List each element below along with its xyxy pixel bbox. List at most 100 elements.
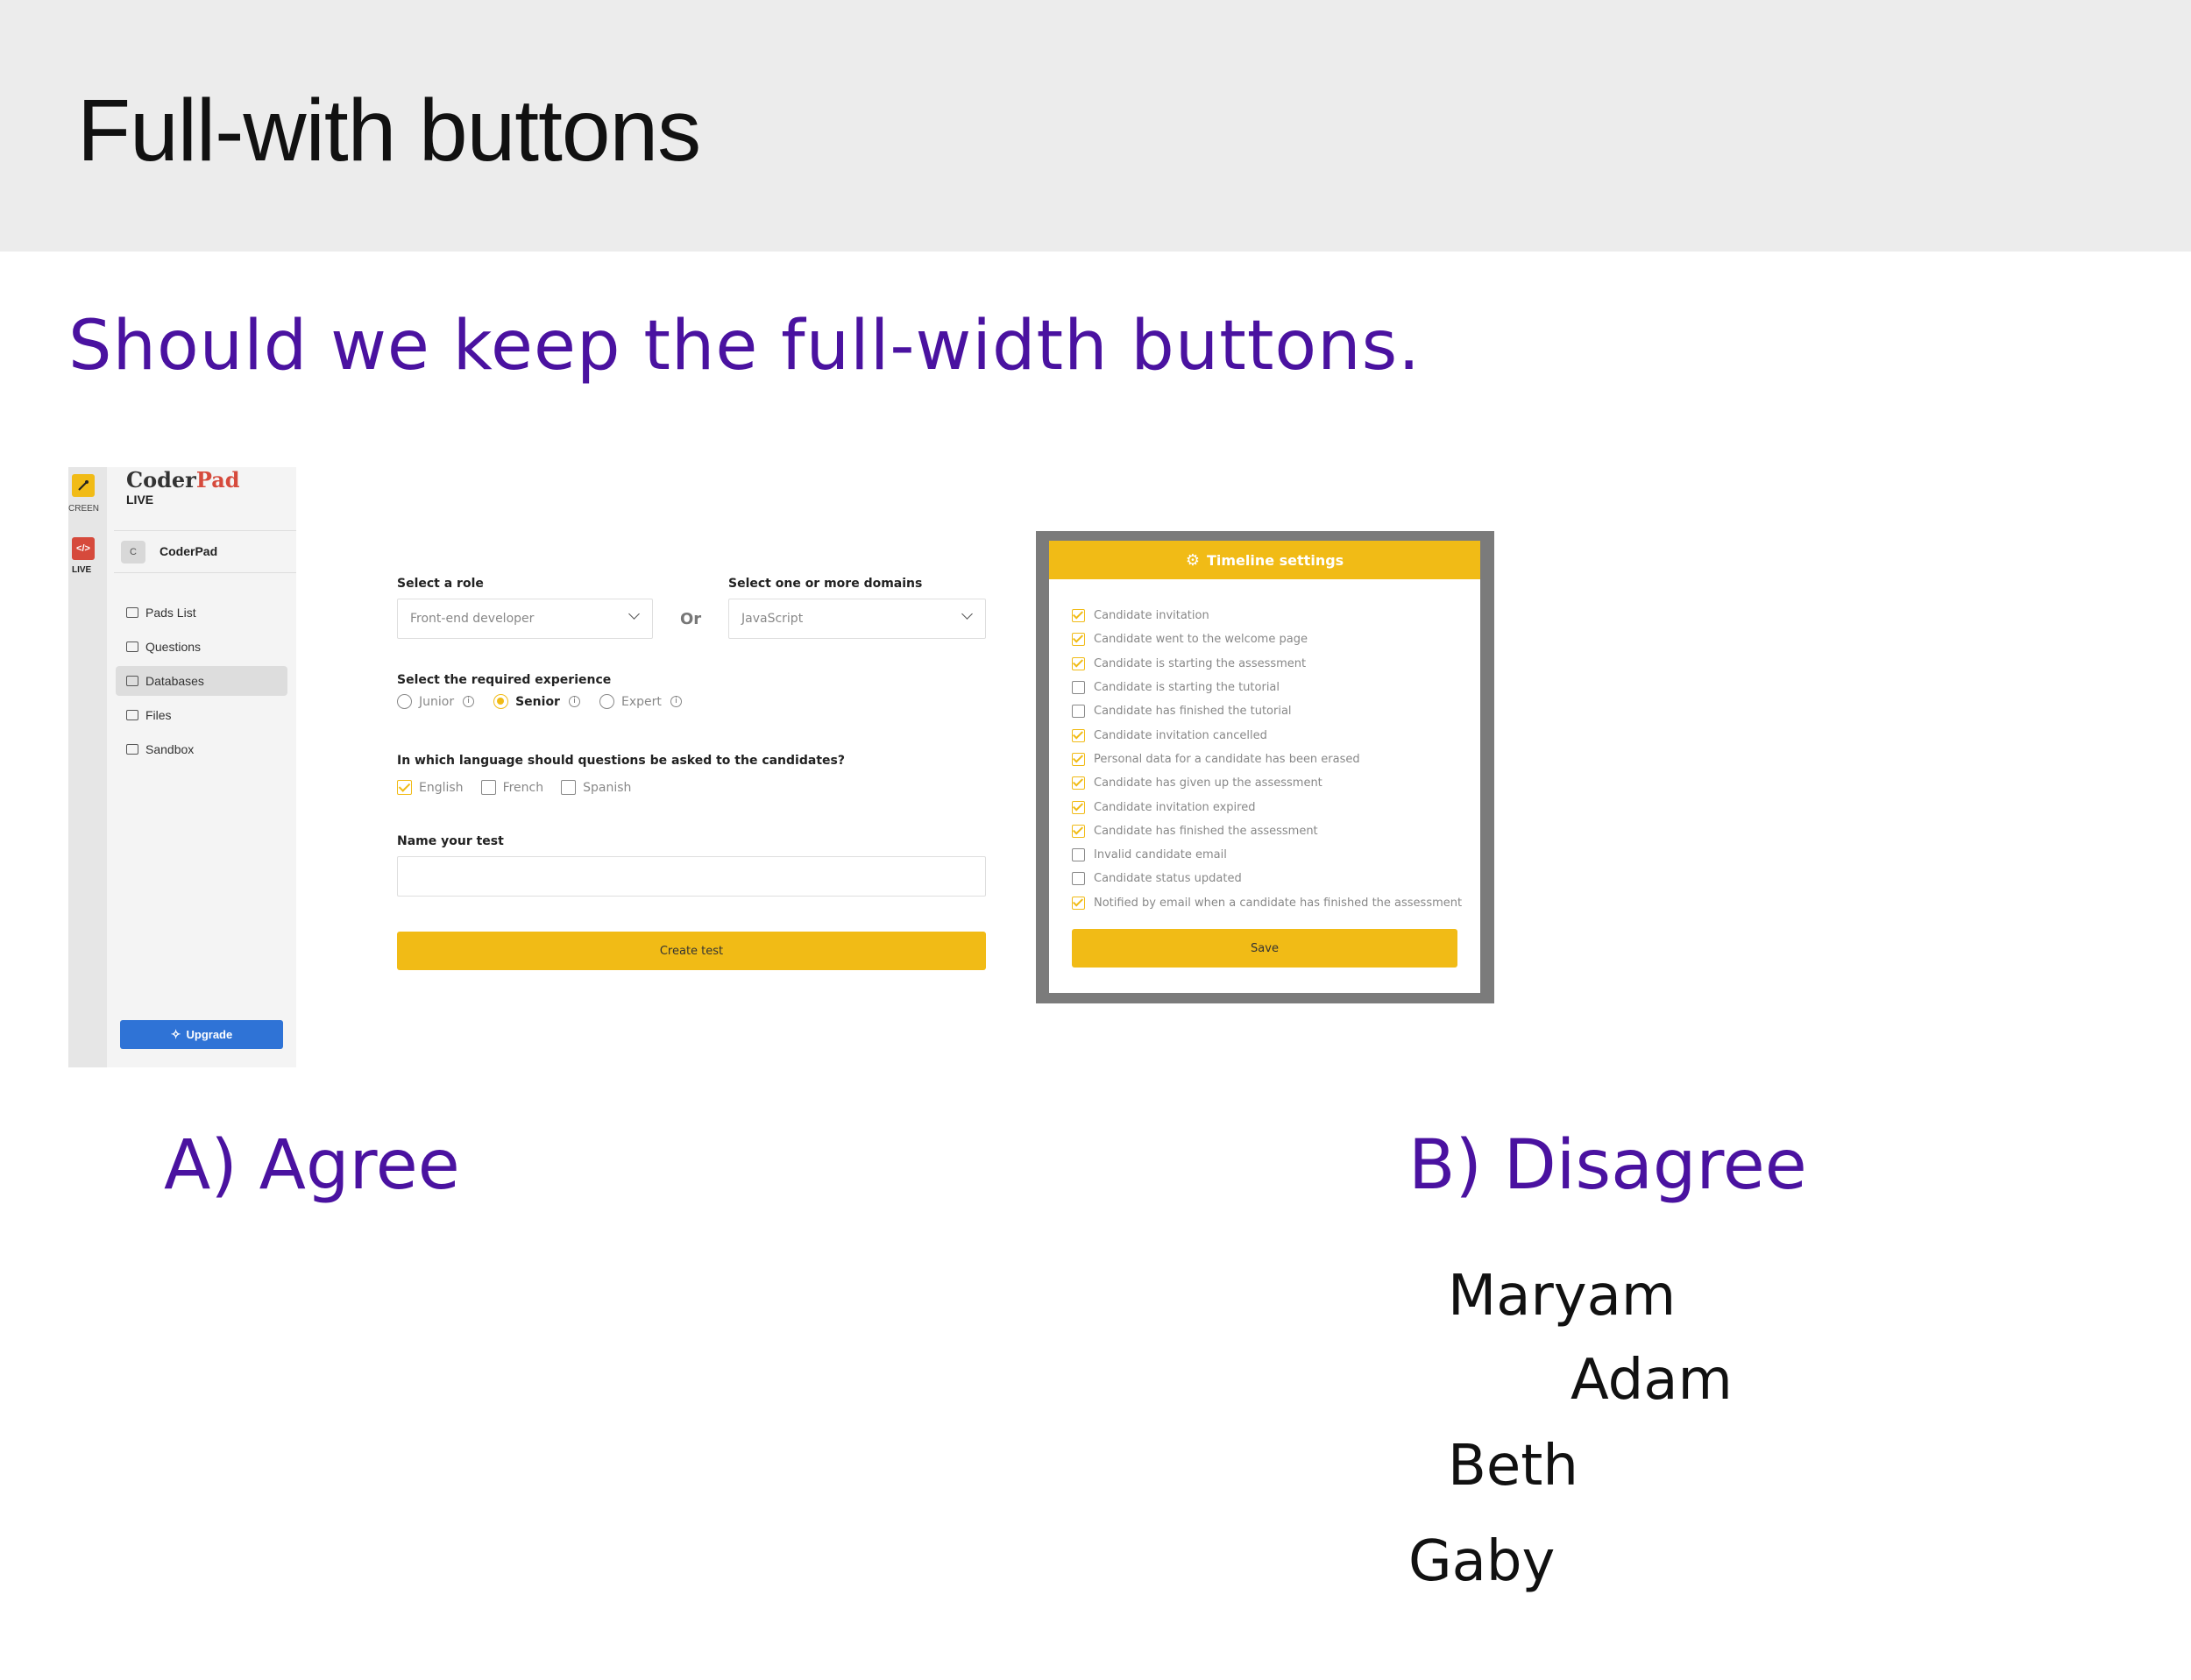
timeline-options-list: Candidate invitation Candidate went to t…: [1072, 604, 1462, 915]
org-avatar[interactable]: C: [121, 541, 145, 564]
checkbox-french[interactable]: [480, 780, 496, 795]
radio-junior[interactable]: [397, 694, 412, 709]
app-rail: CREEN </> LIVE: [68, 467, 107, 1067]
option-label: Candidate has finished the assessment: [1094, 824, 1318, 838]
checkbox[interactable]: [1072, 896, 1085, 910]
checkbox[interactable]: [1072, 824, 1085, 838]
slide-title: Full-with buttons: [77, 82, 701, 180]
cube-icon: [126, 744, 138, 755]
upgrade-label: Upgrade: [186, 1028, 233, 1041]
option-label: Candidate status updated: [1094, 872, 1242, 886]
modal-title: Timeline settings: [1206, 551, 1344, 569]
org-name[interactable]: CoderPad: [160, 544, 217, 558]
sidebar-item-questions[interactable]: Questions: [116, 632, 287, 662]
chevron-down-icon: [628, 608, 640, 620]
terminal-icon: [126, 607, 138, 618]
list-item[interactable]: Candidate status updated: [1072, 867, 1462, 890]
checkbox[interactable]: [1072, 705, 1085, 719]
or-label: Or: [680, 610, 702, 628]
checkbox[interactable]: [1072, 609, 1085, 623]
sidebar-item-label: Questions: [145, 640, 202, 654]
list-item[interactable]: Candidate has given up the assessment: [1072, 771, 1462, 795]
list-item[interactable]: Candidate invitation: [1072, 604, 1462, 627]
option-label: Notified by email when a candidate has f…: [1094, 896, 1463, 910]
checkbox-english[interactable]: [397, 780, 412, 795]
radio-label: Expert: [620, 694, 662, 709]
upgrade-button[interactable]: ✧ Upgrade: [120, 1020, 283, 1049]
domain-select[interactable]: JavaScript: [728, 599, 986, 639]
language-label: In which language should questions be as…: [397, 754, 845, 768]
logo-pad: Pad: [195, 467, 240, 493]
sidebar-panel: CoderPad LIVE C CoderPad Pads List Quest…: [107, 467, 296, 1067]
divider: [114, 530, 296, 531]
chevron-down-icon: [961, 608, 973, 620]
question-icon: [126, 642, 138, 652]
sidebar-item-databases[interactable]: Databases: [116, 666, 287, 696]
role-label: Select a role: [397, 577, 484, 591]
test-name-input[interactable]: [397, 856, 986, 897]
list-item[interactable]: Personal data for a candidate has been e…: [1072, 748, 1462, 771]
checkbox[interactable]: [1072, 633, 1085, 647]
rail-screen-label: CREEN: [68, 504, 100, 514]
screen-app-icon[interactable]: [72, 474, 95, 497]
voter-name: Adam: [1571, 1348, 1733, 1413]
checkbox[interactable]: [1072, 776, 1085, 790]
list-item[interactable]: Candidate invitation cancelled: [1072, 723, 1462, 747]
option-label: Candidate invitation expired: [1094, 800, 1256, 814]
radio-label: Senior: [515, 694, 560, 709]
voter-name: Gaby: [1408, 1529, 1556, 1594]
modal-header: ⚙ Timeline settings: [1049, 541, 1480, 579]
role-select[interactable]: Front-end developer: [397, 599, 653, 639]
list-item[interactable]: Invalid candidate email: [1072, 843, 1462, 867]
checkbox[interactable]: [1072, 800, 1085, 814]
option-label: Candidate went to the welcome page: [1094, 633, 1308, 647]
checkbox[interactable]: [1072, 872, 1085, 886]
checkbox-label: Spanish: [583, 780, 632, 795]
live-app-icon[interactable]: </>: [72, 537, 95, 560]
create-test-button[interactable]: Create test: [397, 932, 986, 970]
domain-value: JavaScript: [741, 612, 804, 626]
save-button[interactable]: Save: [1072, 929, 1457, 968]
list-item[interactable]: Candidate has finished the assessment: [1072, 819, 1462, 843]
gear-icon: ⚙: [1185, 550, 1200, 570]
radio-expert[interactable]: [599, 694, 614, 709]
list-item[interactable]: Candidate went to the welcome page: [1072, 627, 1462, 651]
radio-senior[interactable]: [493, 694, 509, 709]
experience-radio-group: Junior i Senior i Expert i: [397, 694, 701, 709]
database-icon: [126, 676, 138, 686]
coderpad-sidebar-screenshot: CREEN </> LIVE CoderPad LIVE C CoderPad …: [68, 467, 296, 1067]
poll-question: Should we keep the full-width buttons.: [68, 307, 1422, 386]
checkbox-label: English: [419, 780, 464, 795]
checkbox-label: French: [502, 780, 544, 795]
option-label: Candidate invitation: [1094, 609, 1209, 623]
checkbox[interactable]: [1072, 848, 1085, 862]
list-item[interactable]: Candidate is starting the assessment: [1072, 652, 1462, 676]
list-item[interactable]: Candidate has finished the tutorial: [1072, 699, 1462, 723]
checkbox[interactable]: [1072, 656, 1085, 670]
option-agree[interactable]: A) Agree: [164, 1126, 460, 1205]
sidebar-item-label: Databases: [145, 674, 204, 688]
checkbox[interactable]: [1072, 728, 1085, 742]
info-icon[interactable]: i: [568, 696, 580, 707]
list-item[interactable]: Notified by email when a candidate has f…: [1072, 891, 1462, 915]
checkbox[interactable]: [1072, 681, 1085, 695]
checkbox[interactable]: [1072, 752, 1085, 766]
sidebar-item-label: Pads List: [145, 606, 196, 620]
sidebar-item-files[interactable]: Files: [116, 700, 287, 730]
timeline-settings-modal: ⚙ Timeline settings Candidate invitation …: [1049, 541, 1480, 993]
sidebar-item-sandbox[interactable]: Sandbox: [116, 734, 287, 764]
voter-name: Maryam: [1448, 1264, 1677, 1329]
sidebar-item-label: Files: [145, 708, 172, 722]
sparkle-icon: ✧: [170, 1027, 181, 1041]
create-test-form: Select a role Front-end developer Or Sel…: [397, 570, 986, 982]
checkbox-spanish[interactable]: [561, 780, 577, 795]
option-disagree[interactable]: B) Disagree: [1408, 1126, 1807, 1205]
list-item[interactable]: Candidate invitation expired: [1072, 795, 1462, 819]
info-icon[interactable]: i: [670, 696, 682, 707]
option-label: Personal data for a candidate has been e…: [1094, 752, 1360, 766]
list-item[interactable]: Candidate is starting the tutorial: [1072, 676, 1462, 699]
radio-label: Junior: [419, 694, 455, 709]
info-icon[interactable]: i: [463, 696, 475, 707]
domain-label: Select one or more domains: [728, 577, 923, 591]
sidebar-item-pads-list[interactable]: Pads List: [116, 598, 287, 627]
